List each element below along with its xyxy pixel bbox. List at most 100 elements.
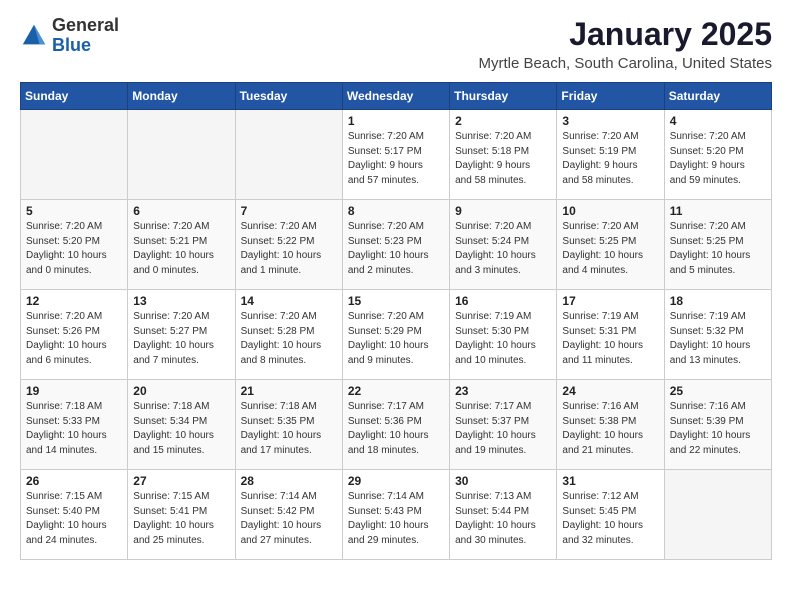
calendar-cell: 23 Sunrise: 7:17 AM Sunset: 5:37 PM Dayli…: [450, 380, 557, 470]
day-info: Sunrise: 7:20 AM Sunset: 5:21 PM Dayligh…: [133, 220, 229, 278]
day-number: 17: [562, 294, 658, 308]
weekday-header-friday: Friday: [557, 83, 664, 110]
weekday-header-row: SundayMondayTuesdayWednesdayThursdayFrid…: [21, 83, 772, 110]
week-row-5: 26 Sunrise: 7:15 AM Sunset: 5:40 PM Dayli…: [21, 470, 772, 560]
weekday-header-monday: Monday: [128, 83, 235, 110]
day-info: Sunrise: 7:15 AM Sunset: 5:41 PM Dayligh…: [133, 490, 229, 548]
calendar-cell: 28 Sunrise: 7:14 AM Sunset: 5:42 PM Dayli…: [235, 470, 342, 560]
logo-blue: Blue: [52, 36, 119, 56]
weekday-header-sunday: Sunday: [21, 83, 128, 110]
day-info: Sunrise: 7:19 AM Sunset: 5:31 PM Dayligh…: [562, 310, 658, 368]
calendar-cell: 13 Sunrise: 7:20 AM Sunset: 5:27 PM Dayli…: [128, 290, 235, 380]
day-number: 15: [348, 294, 444, 308]
calendar-cell: 8Sunrise: 7:20 AM Sunset: 5:23 PM Daylig…: [342, 200, 449, 290]
calendar-cell: 1 Sunrise: 7:20 AM Sunset: 5:17 PM Daylig…: [342, 110, 449, 200]
calendar-cell: 31 Sunrise: 7:12 AM Sunset: 5:45 PM Dayli…: [557, 470, 664, 560]
calendar-cell: 10Sunrise: 7:20 AM Sunset: 5:25 PM Dayli…: [557, 200, 664, 290]
calendar-cell: 7Sunrise: 7:20 AM Sunset: 5:22 PM Daylig…: [235, 200, 342, 290]
day-info: Sunrise: 7:18 AM Sunset: 5:35 PM Dayligh…: [241, 400, 337, 458]
day-info: Sunrise: 7:20 AM Sunset: 5:29 PM Dayligh…: [348, 310, 444, 368]
day-number: 18: [670, 294, 766, 308]
day-info: Sunrise: 7:20 AM Sunset: 5:22 PM Dayligh…: [241, 220, 337, 278]
calendar: SundayMondayTuesdayWednesdayThursdayFrid…: [20, 82, 772, 560]
logo-general: General: [52, 16, 119, 36]
calendar-cell: 6Sunrise: 7:20 AM Sunset: 5:21 PM Daylig…: [128, 200, 235, 290]
day-number: 8: [348, 204, 444, 218]
calendar-cell: 5 Sunrise: 7:20 AM Sunset: 5:20 PM Daylig…: [21, 200, 128, 290]
day-info: Sunrise: 7:20 AM Sunset: 5:25 PM Dayligh…: [670, 220, 766, 278]
calendar-cell: 27 Sunrise: 7:15 AM Sunset: 5:41 PM Dayli…: [128, 470, 235, 560]
week-row-4: 19 Sunrise: 7:18 AM Sunset: 5:33 PM Dayli…: [21, 380, 772, 470]
day-info: Sunrise: 7:19 AM Sunset: 5:30 PM Dayligh…: [455, 310, 551, 368]
day-info: Sunrise: 7:20 AM Sunset: 5:25 PM Dayligh…: [562, 220, 658, 278]
calendar-cell: 3Sunrise: 7:20 AM Sunset: 5:19 PM Daylig…: [557, 110, 664, 200]
day-info: Sunrise: 7:20 AM Sunset: 5:28 PM Dayligh…: [241, 310, 337, 368]
day-info: Sunrise: 7:14 AM Sunset: 5:42 PM Dayligh…: [241, 490, 337, 548]
day-info: Sunrise: 7:16 AM Sunset: 5:39 PM Dayligh…: [670, 400, 766, 458]
day-info: Sunrise: 7:20 AM Sunset: 5:18 PM Dayligh…: [455, 130, 551, 188]
weekday-header-wednesday: Wednesday: [342, 83, 449, 110]
day-number: 5: [26, 204, 122, 218]
day-number: 22: [348, 384, 444, 398]
day-number: 16: [455, 294, 551, 308]
day-info: Sunrise: 7:20 AM Sunset: 5:26 PM Dayligh…: [26, 310, 122, 368]
day-number: 28: [241, 474, 337, 488]
day-number: 12: [26, 294, 122, 308]
calendar-cell: 4Sunrise: 7:20 AM Sunset: 5:20 PM Daylig…: [664, 110, 771, 200]
calendar-cell: 12 Sunrise: 7:20 AM Sunset: 5:26 PM Dayli…: [21, 290, 128, 380]
day-number: 11: [670, 204, 766, 218]
day-number: 27: [133, 474, 229, 488]
day-number: 31: [562, 474, 658, 488]
logo-text: General Blue: [52, 16, 119, 56]
day-info: Sunrise: 7:16 AM Sunset: 5:38 PM Dayligh…: [562, 400, 658, 458]
calendar-cell: 20 Sunrise: 7:18 AM Sunset: 5:34 PM Dayli…: [128, 380, 235, 470]
weekday-header-saturday: Saturday: [664, 83, 771, 110]
day-number: 25: [670, 384, 766, 398]
day-info: Sunrise: 7:20 AM Sunset: 5:24 PM Dayligh…: [455, 220, 551, 278]
day-info: Sunrise: 7:20 AM Sunset: 5:20 PM Dayligh…: [26, 220, 122, 278]
calendar-cell: 9 Sunrise: 7:20 AM Sunset: 5:24 PM Daylig…: [450, 200, 557, 290]
day-number: 14: [241, 294, 337, 308]
month-title: January 2025: [479, 16, 772, 53]
calendar-cell: 11 Sunrise: 7:20 AM Sunset: 5:25 PM Dayli…: [664, 200, 771, 290]
day-info: Sunrise: 7:18 AM Sunset: 5:33 PM Dayligh…: [26, 400, 122, 458]
day-info: Sunrise: 7:18 AM Sunset: 5:34 PM Dayligh…: [133, 400, 229, 458]
calendar-cell: [664, 470, 771, 560]
day-info: Sunrise: 7:19 AM Sunset: 5:32 PM Dayligh…: [670, 310, 766, 368]
day-info: Sunrise: 7:14 AM Sunset: 5:43 PM Dayligh…: [348, 490, 444, 548]
day-number: 23: [455, 384, 551, 398]
calendar-cell: 26 Sunrise: 7:15 AM Sunset: 5:40 PM Dayli…: [21, 470, 128, 560]
day-number: 1: [348, 114, 444, 128]
day-number: 26: [26, 474, 122, 488]
day-info: Sunrise: 7:20 AM Sunset: 5:17 PM Dayligh…: [348, 130, 444, 188]
day-info: Sunrise: 7:12 AM Sunset: 5:45 PM Dayligh…: [562, 490, 658, 548]
day-number: 30: [455, 474, 551, 488]
day-number: 29: [348, 474, 444, 488]
calendar-cell: 19 Sunrise: 7:18 AM Sunset: 5:33 PM Dayli…: [21, 380, 128, 470]
location: Myrtle Beach, South Carolina, United Sta…: [479, 55, 772, 72]
week-row-2: 5 Sunrise: 7:20 AM Sunset: 5:20 PM Daylig…: [21, 200, 772, 290]
day-number: 4: [670, 114, 766, 128]
day-info: Sunrise: 7:15 AM Sunset: 5:40 PM Dayligh…: [26, 490, 122, 548]
day-number: 13: [133, 294, 229, 308]
calendar-cell: [235, 110, 342, 200]
calendar-cell: 22 Sunrise: 7:17 AM Sunset: 5:36 PM Dayli…: [342, 380, 449, 470]
calendar-cell: 2Sunrise: 7:20 AM Sunset: 5:18 PM Daylig…: [450, 110, 557, 200]
calendar-cell: 14 Sunrise: 7:20 AM Sunset: 5:28 PM Dayli…: [235, 290, 342, 380]
calendar-cell: [21, 110, 128, 200]
day-info: Sunrise: 7:17 AM Sunset: 5:37 PM Dayligh…: [455, 400, 551, 458]
calendar-cell: 18 Sunrise: 7:19 AM Sunset: 5:32 PM Dayli…: [664, 290, 771, 380]
calendar-cell: 17 Sunrise: 7:19 AM Sunset: 5:31 PM Dayli…: [557, 290, 664, 380]
day-info: Sunrise: 7:20 AM Sunset: 5:19 PM Dayligh…: [562, 130, 658, 188]
weekday-header-tuesday: Tuesday: [235, 83, 342, 110]
day-info: Sunrise: 7:20 AM Sunset: 5:27 PM Dayligh…: [133, 310, 229, 368]
day-info: Sunrise: 7:17 AM Sunset: 5:36 PM Dayligh…: [348, 400, 444, 458]
day-info: Sunrise: 7:13 AM Sunset: 5:44 PM Dayligh…: [455, 490, 551, 548]
day-number: 9: [455, 204, 551, 218]
title-block: January 2025 Myrtle Beach, South Carolin…: [479, 16, 772, 72]
day-number: 24: [562, 384, 658, 398]
calendar-cell: [128, 110, 235, 200]
day-number: 19: [26, 384, 122, 398]
day-number: 21: [241, 384, 337, 398]
day-number: 20: [133, 384, 229, 398]
